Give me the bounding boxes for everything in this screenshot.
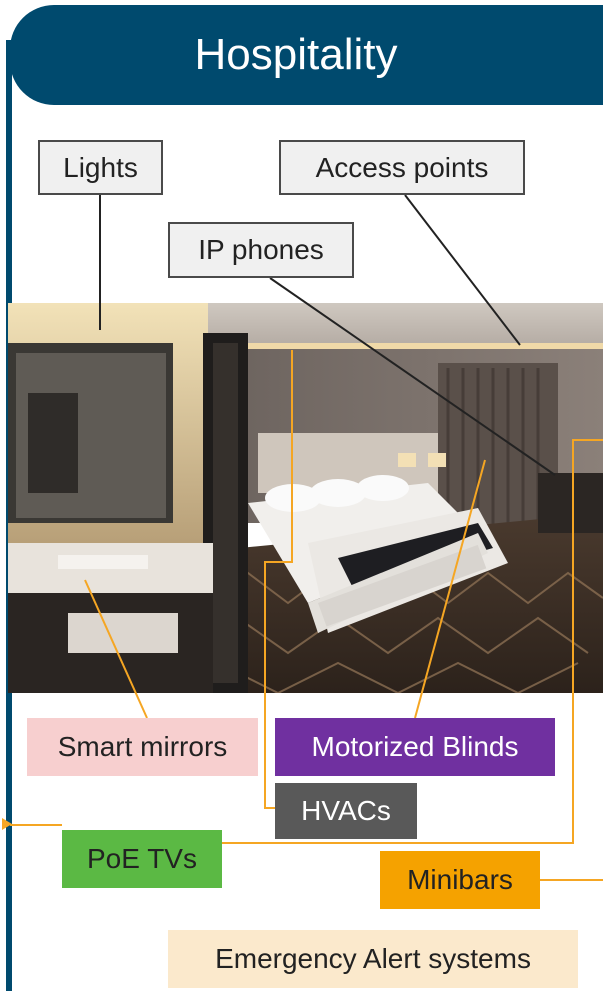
motorized-blinds-tag: Motorized Blinds bbox=[275, 718, 555, 776]
access-points-callout: Access points bbox=[279, 140, 525, 195]
lights-label: Lights bbox=[63, 151, 138, 183]
hotel-room-image bbox=[8, 303, 603, 693]
smart-mirrors-label: Smart mirrors bbox=[57, 731, 228, 762]
emergency-alert-label: Emergency Alert systems bbox=[215, 943, 531, 974]
motorized-blinds-label: Motorized Blinds bbox=[311, 731, 519, 762]
left-arrow-icon bbox=[2, 818, 12, 830]
ip-phones-callout: IP phones bbox=[168, 222, 354, 278]
header-bar: Hospitality bbox=[10, 5, 603, 105]
hvacs-label: HVACs bbox=[301, 795, 391, 826]
page-title: Hospitality bbox=[194, 30, 398, 79]
emergency-alert-tag: Emergency Alert systems bbox=[168, 930, 578, 988]
lights-callout: Lights bbox=[38, 140, 163, 195]
minibars-tag: Minibars bbox=[380, 851, 540, 909]
hvacs-tag: HVACs bbox=[275, 783, 417, 839]
poe-tvs-tag: PoE TVs bbox=[62, 830, 222, 888]
access-points-label: Access points bbox=[315, 151, 489, 183]
ip-phones-label: IP phones bbox=[198, 234, 324, 265]
smart-mirrors-tag: Smart mirrors bbox=[27, 718, 258, 776]
poe-tvs-label: PoE TVs bbox=[87, 843, 197, 874]
minibars-label: Minibars bbox=[407, 864, 513, 895]
